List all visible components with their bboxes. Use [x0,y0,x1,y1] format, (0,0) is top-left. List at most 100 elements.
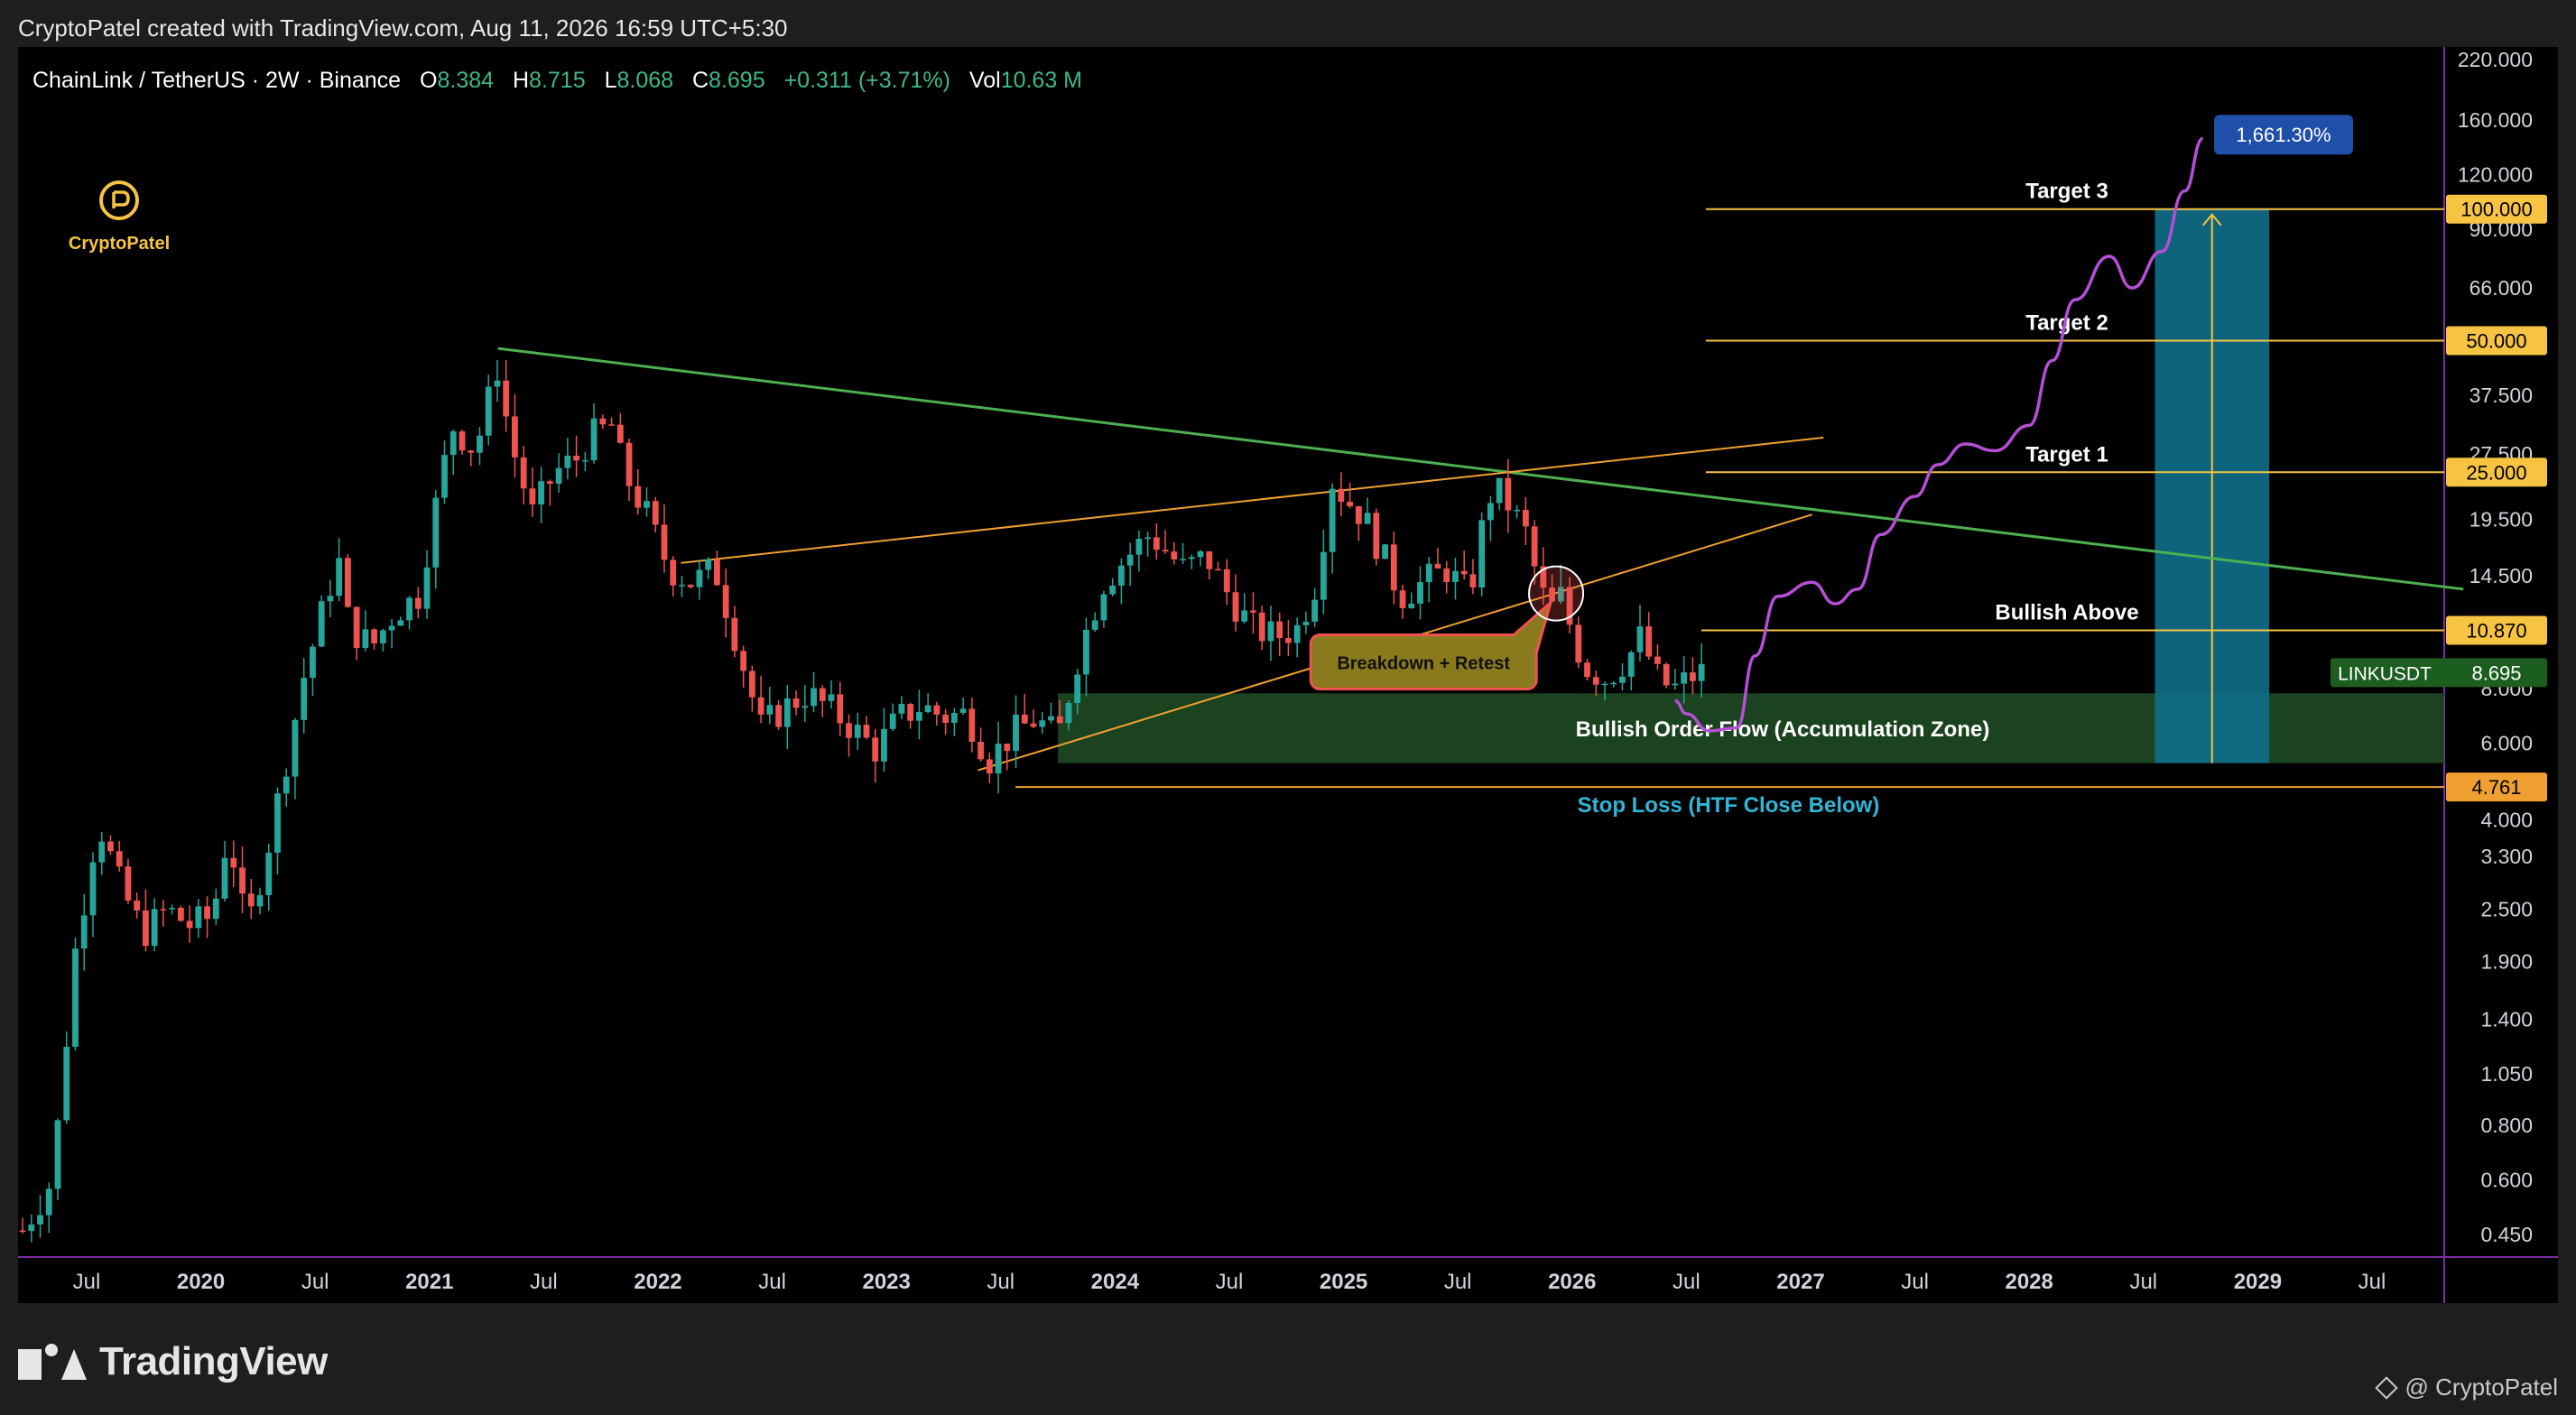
low-value: 8.068 [616,68,673,93]
vol-value: 10.63 M [1001,68,1082,93]
candle-body [625,442,633,486]
candle-body [1223,569,1230,593]
candle-body [477,435,483,453]
price-tick-label: 1.400 [2480,1008,2533,1031]
time-tick-label: 2026 [1548,1270,1596,1294]
time-tick-label: 2024 [1091,1270,1140,1294]
candle-body [1091,620,1098,630]
price-tick-label: 6.000 [2480,731,2533,754]
candle-body [1654,656,1661,664]
candle-body [449,430,457,456]
candle-body [748,671,755,698]
price-tick-label: 160.000 [2458,108,2533,132]
candle-body [1627,652,1635,677]
author-credit[interactable]: @ CryptoPatel [2374,1373,2558,1401]
candle-body [775,705,782,727]
candle-body [1039,720,1046,727]
watermark-name: CryptoPatel [69,234,170,254]
time-tick-label: 2021 [405,1270,453,1294]
candle-body [555,467,562,485]
bullish-above-label: Bullish Above [1995,600,2138,624]
candle-body [379,630,386,643]
candle-body [635,486,642,508]
candle-body [679,585,685,587]
candle-body [1153,537,1160,550]
candle-body [1347,502,1354,507]
candle-body [1531,526,1538,567]
candle-body [353,606,360,649]
time-tick-label: 2027 [1776,1270,1824,1294]
tradingview-mark-icon [18,1344,87,1380]
candle-body [468,450,475,453]
time-tick-label: Jul [2358,1270,2386,1294]
accumulation-zone-label: Bullish Order Flow (Accumulation Zone) [1576,717,1990,742]
candle-body [1663,663,1670,686]
candle-body [397,620,404,626]
candle-body [696,569,703,587]
candle-body [705,559,712,570]
candle-body [336,558,343,597]
candle-body [811,688,817,707]
candle-body [292,719,299,777]
candle-body [1293,624,1301,643]
candle-body [186,920,193,929]
price-tick-label: 1.050 [2480,1062,2533,1086]
candle-body [687,585,694,587]
tradingview-logo[interactable]: TradingView [18,1339,328,1384]
candle-body [414,597,422,609]
candle-body [485,386,492,436]
candle-body [1232,592,1239,622]
price-chart[interactable]: Bullish Order Flow (Accumulation Zone) 1… [18,47,2558,1303]
target-3-label: Target 3 [2025,180,2108,204]
retest-circle-marker [1528,565,1585,622]
candle-body [1083,629,1089,675]
candle-body [1126,554,1134,566]
author-diamond-icon [2374,1375,2398,1400]
candle-body [590,418,598,461]
candle-body [362,629,369,649]
change-value: +0.311 (+3.71%) [784,68,950,93]
candle-body [995,744,1002,774]
candle-body [318,601,325,647]
candle-body [177,907,184,921]
time-tick-label: 2022 [634,1270,681,1294]
candle-body [1117,565,1125,586]
candle-body [1382,544,1388,560]
candle-body [819,688,826,701]
candle-body [802,706,809,708]
candle-body [169,907,176,910]
price-tick-label: 0.600 [2480,1169,2533,1192]
candle-body [652,501,659,525]
candle-body [907,703,914,721]
candle-body [1443,568,1450,582]
target-1-label: Target 1 [2025,442,2108,467]
candle-body [1144,537,1152,540]
candle-body [1135,539,1143,555]
candle-body [872,737,879,762]
candle-body [881,728,887,762]
candle-body [1162,550,1169,552]
price-tick-label: 0.800 [2480,1114,2533,1137]
candle-body [1425,563,1432,583]
chart-area[interactable]: Bullish Order Flow (Accumulation Zone) 1… [18,47,2558,1303]
close-label: C [692,68,709,93]
time-tick-label: Jul [1444,1270,1472,1294]
candle-body [538,481,545,504]
candle-body [212,898,219,920]
candle-body [1013,714,1019,752]
vol-label: Vol [969,68,1001,93]
candle-body [459,430,466,451]
candle-body [837,694,844,724]
candle-body [670,560,677,586]
candle-body [1584,662,1590,678]
candle-body [221,857,228,899]
candle-body [1004,744,1011,752]
target-1-price-tag-text: 25.000 [2466,461,2526,484]
candle-body [1698,663,1705,681]
candle-body [740,651,747,671]
candle-body [1100,594,1107,621]
candle-body [1188,557,1195,560]
breakdown-retest-label: Breakdown + Retest [1337,654,1510,674]
time-tick-label: 2023 [862,1270,910,1294]
time-tick-label: 2020 [177,1270,225,1294]
